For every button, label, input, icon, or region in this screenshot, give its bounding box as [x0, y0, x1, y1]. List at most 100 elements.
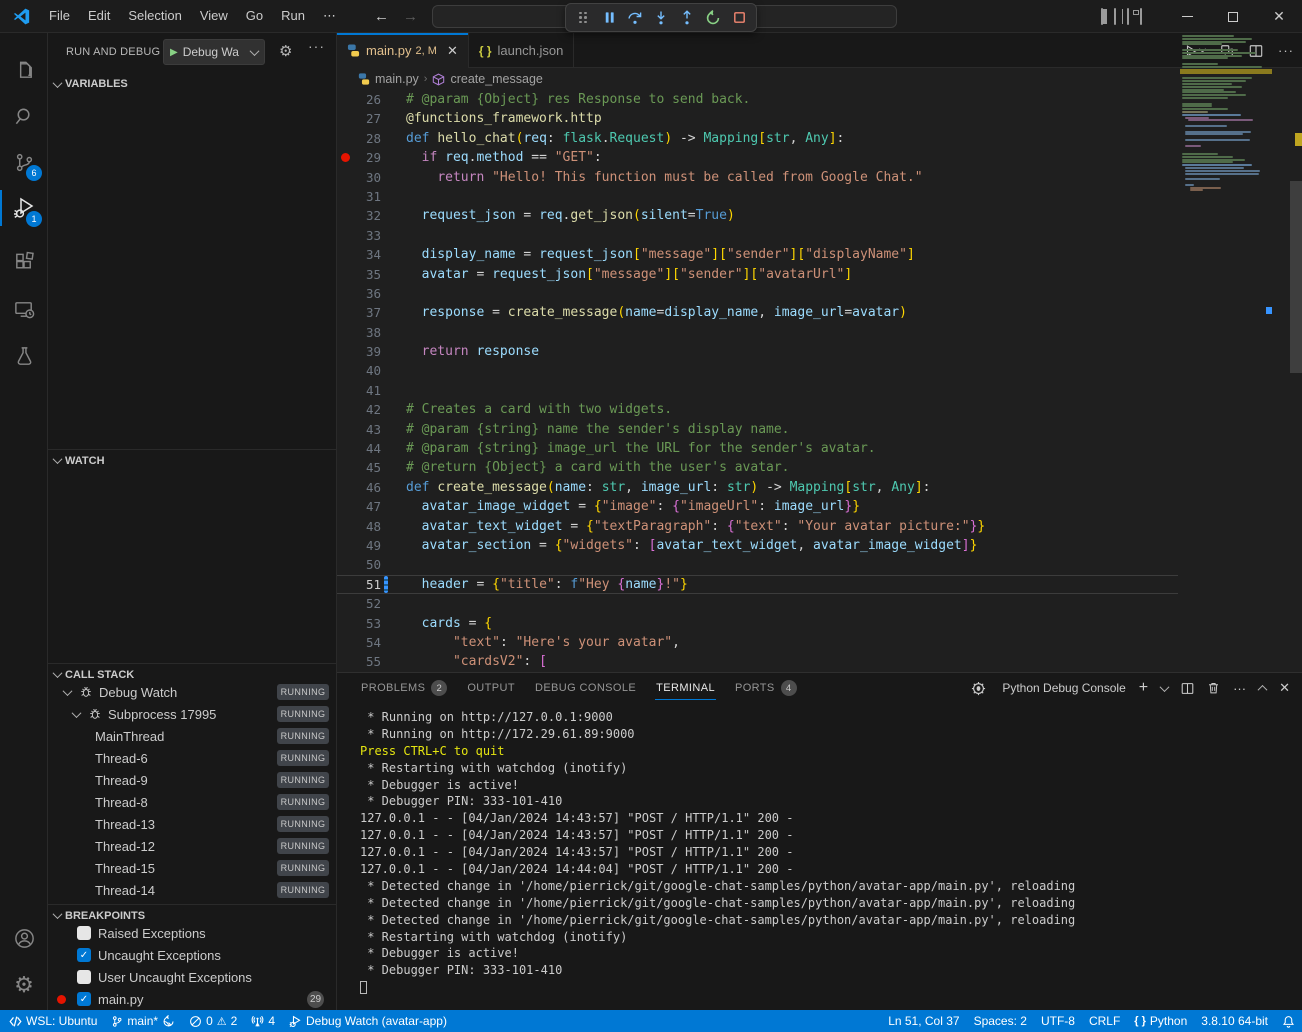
- forwarded-ports-status[interactable]: 4: [244, 1010, 282, 1032]
- code-line[interactable]: 30 return "Hello! This function must be …: [337, 168, 1178, 187]
- code-line[interactable]: 43# @param {string} name the sender's di…: [337, 420, 1178, 439]
- editor-scrollbar[interactable]: [1290, 33, 1302, 615]
- breakpoint-row[interactable]: ✓Uncaught Exceptions: [48, 944, 336, 966]
- new-terminal-icon[interactable]: +: [1139, 679, 1148, 697]
- encoding-setting[interactable]: UTF-8: [1034, 1010, 1082, 1032]
- code-line[interactable]: 26# @param {Object} res Response to send…: [337, 90, 1178, 109]
- debug-config-dropdown[interactable]: ▶ Debug Wa: [163, 39, 265, 65]
- code-editor[interactable]: 26# @param {Object} res Response to send…: [337, 90, 1302, 672]
- call-stack-row[interactable]: Subprocess 17995RUNNING: [48, 703, 336, 725]
- git-branch-status[interactable]: main*: [104, 1010, 182, 1032]
- breakpoint-row[interactable]: ✓main.py29: [48, 988, 336, 1010]
- remote-indicator[interactable]: WSL: Ubuntu: [0, 1010, 104, 1032]
- indentation-setting[interactable]: Spaces: 2: [967, 1010, 1034, 1032]
- code-line[interactable]: 49 avatar_section = {"widgets": [avatar_…: [337, 536, 1178, 555]
- language-mode[interactable]: { } Python: [1127, 1010, 1194, 1032]
- menu-item-edit[interactable]: Edit: [79, 3, 119, 29]
- split-terminal-icon[interactable]: [1181, 682, 1194, 695]
- minimize-button[interactable]: [1164, 0, 1210, 33]
- kill-terminal-icon[interactable]: [1207, 681, 1220, 695]
- menu-item-[interactable]: ⋯: [314, 3, 345, 29]
- code-line[interactable]: 37 response = create_message(name=displa…: [337, 303, 1178, 322]
- sidebar-item-testing[interactable]: [0, 333, 48, 379]
- code-line[interactable]: 41: [337, 381, 1178, 400]
- pause-icon[interactable]: [597, 6, 621, 30]
- menu-item-selection[interactable]: Selection: [119, 3, 190, 29]
- scrollbar-slider[interactable]: [1290, 181, 1302, 373]
- code-line[interactable]: 36: [337, 284, 1178, 303]
- call-stack-row[interactable]: Thread-14RUNNING: [48, 879, 336, 901]
- code-line[interactable]: 35 avatar = request_json["message"]["sen…: [337, 265, 1178, 284]
- step-into-icon[interactable]: [649, 6, 673, 30]
- tab-launch-json[interactable]: { } launch.json: [469, 33, 574, 68]
- code-line[interactable]: 29 if req.method == "GET":: [337, 148, 1178, 167]
- breakpoint-checkbox[interactable]: [77, 926, 91, 940]
- code-line[interactable]: 40: [337, 361, 1178, 380]
- problems-status[interactable]: 0 ⚠ 2: [182, 1010, 244, 1032]
- code-line[interactable]: 46def create_message(name: str, image_ur…: [337, 478, 1178, 497]
- restart-icon[interactable]: [701, 6, 725, 30]
- sidebar-item-explorer[interactable]: [0, 47, 48, 93]
- code-line[interactable]: 42# Creates a card with two widgets.: [337, 400, 1178, 419]
- menu-item-file[interactable]: File: [40, 3, 79, 29]
- code-line[interactable]: 34 display_name = request_json["message"…: [337, 245, 1178, 264]
- code-line[interactable]: 39 return response: [337, 342, 1178, 361]
- debug-settings-gear-icon[interactable]: ⚙: [279, 42, 292, 60]
- sidebar-item-extensions[interactable]: [0, 239, 48, 285]
- call-stack-row[interactable]: Thread-13RUNNING: [48, 813, 336, 835]
- terminal-instance-label[interactable]: Python Debug Console: [1002, 681, 1125, 695]
- tab-main-py[interactable]: main.py 2, M ✕: [337, 33, 469, 68]
- close-window-button[interactable]: ✕: [1256, 0, 1302, 33]
- breakpoint-checkbox[interactable]: ✓: [77, 948, 91, 962]
- menu-item-view[interactable]: View: [191, 3, 237, 29]
- panel-tab-ports[interactable]: PORTS4: [725, 673, 807, 703]
- call-stack-row[interactable]: Thread-6RUNNING: [48, 747, 336, 769]
- notifications-bell-icon[interactable]: [1275, 1010, 1302, 1032]
- breakpoint-checkbox[interactable]: ✓: [77, 992, 91, 1006]
- section-variables[interactable]: VARIABLES: [48, 73, 336, 95]
- call-stack-row[interactable]: Thread-9RUNNING: [48, 769, 336, 791]
- code-line[interactable]: 51 header = {"title": f"Hey {name}!"}: [337, 575, 1178, 594]
- cursor-position[interactable]: Ln 51, Col 37: [879, 1010, 966, 1032]
- python-interpreter[interactable]: 3.8.10 64-bit: [1194, 1010, 1275, 1032]
- code-line[interactable]: 32 request_json = req.get_json(silent=Tr…: [337, 206, 1178, 225]
- code-line[interactable]: 31: [337, 187, 1178, 206]
- call-stack-row[interactable]: MainThreadRUNNING: [48, 725, 336, 747]
- code-line[interactable]: 52: [337, 594, 1178, 613]
- terminal-dropdown-icon[interactable]: [1160, 682, 1170, 692]
- debug-session-status[interactable]: Debug Watch (avatar-app): [282, 1010, 454, 1032]
- step-out-icon[interactable]: [675, 6, 699, 30]
- code-line[interactable]: 54 "text": "Here's your avatar",: [337, 633, 1178, 652]
- section-watch[interactable]: WATCH: [48, 449, 336, 471]
- code-line[interactable]: 38: [337, 323, 1178, 342]
- toggle-primary-sidebar-icon[interactable]: [1101, 9, 1103, 24]
- code-line[interactable]: 44# @param {string} image_url the URL fo…: [337, 439, 1178, 458]
- panel-tab-output[interactable]: OUTPUT: [457, 673, 525, 703]
- code-line[interactable]: 27@functions_framework.http: [337, 109, 1178, 128]
- menu-item-go[interactable]: Go: [237, 3, 272, 29]
- call-stack-row[interactable]: Thread-12RUNNING: [48, 835, 336, 857]
- sidebar-item-search[interactable]: [0, 93, 48, 139]
- close-tab-icon[interactable]: ✕: [447, 43, 458, 59]
- toolbar-drag-handle-icon[interactable]: [571, 6, 595, 30]
- sidebar-item-accounts[interactable]: [0, 915, 48, 961]
- breakpoint-checkbox[interactable]: [77, 970, 91, 984]
- code-line[interactable]: 53 cards = {: [337, 614, 1178, 633]
- nav-forward-icon[interactable]: →: [403, 8, 418, 25]
- debug-more-actions-icon[interactable]: ···: [308, 38, 325, 54]
- call-stack-row[interactable]: Thread-15RUNNING: [48, 857, 336, 879]
- sidebar-item-settings[interactable]: ⚙: [0, 962, 48, 1008]
- code-line[interactable]: 55 "cardsV2": [: [337, 652, 1178, 671]
- breakpoint-glyph[interactable]: [337, 148, 354, 167]
- sidebar-item-source-control[interactable]: 6: [0, 139, 48, 185]
- code-line[interactable]: 28def hello_chat(req: flask.Request) -> …: [337, 129, 1178, 148]
- breadcrumb-file[interactable]: main.py: [375, 72, 419, 86]
- panel-tab-problems[interactable]: PROBLEMS2: [351, 673, 457, 703]
- call-stack-row[interactable]: Thread-8RUNNING: [48, 791, 336, 813]
- code-line[interactable]: 45# @return {Object} a card with the use…: [337, 458, 1178, 477]
- code-line[interactable]: 50: [337, 555, 1178, 574]
- nav-back-icon[interactable]: ←: [374, 8, 389, 25]
- panel-tab-terminal[interactable]: TERMINAL: [646, 673, 725, 703]
- close-panel-icon[interactable]: ✕: [1279, 680, 1290, 696]
- call-stack-row[interactable]: Debug WatchRUNNING: [48, 681, 336, 703]
